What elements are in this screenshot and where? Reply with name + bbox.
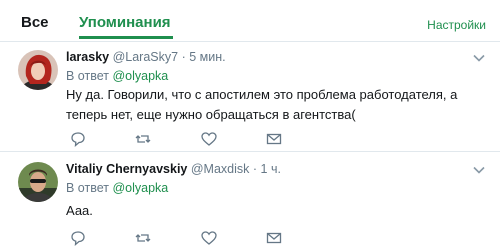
tweet-header: Vitaliy Chernyavskiy @Maxdisk · 1 ч. (66, 162, 281, 176)
reply-prefix: В ответ (66, 181, 109, 195)
retweet-icon[interactable] (134, 229, 152, 247)
reply-icon[interactable] (69, 130, 87, 148)
tab-all[interactable]: Все (21, 14, 49, 31)
tweet-text: Ну да. Говорили, что с апостилем это про… (66, 87, 458, 122)
tweet-actions (66, 229, 486, 247)
tweet-actions (66, 130, 486, 148)
retweet-icon[interactable] (134, 130, 152, 148)
user-name[interactable]: larasky (66, 50, 109, 64)
tweet-time[interactable]: · 1 ч. (253, 162, 281, 176)
heart-icon[interactable] (200, 130, 218, 148)
heart-icon[interactable] (200, 229, 218, 247)
envelope-icon[interactable] (265, 130, 283, 148)
avatar[interactable] (18, 50, 58, 90)
reply-prefix: В ответ (66, 69, 109, 83)
reply-context: В ответ @olyapka (66, 69, 168, 83)
avatar-image (18, 162, 58, 202)
avatar[interactable] (18, 162, 58, 202)
tweet-text: Ааа. (66, 203, 93, 218)
user-handle[interactable]: @LaraSky7 (113, 50, 179, 64)
active-tab-indicator (79, 36, 173, 39)
chevron-down-icon[interactable] (472, 163, 486, 177)
tweet-item[interactable]: larasky @LaraSky7 · 5 мин. В ответ @olya… (0, 42, 500, 150)
envelope-icon[interactable] (265, 229, 283, 247)
reply-mention-link[interactable]: @olyapka (112, 181, 168, 195)
user-name[interactable]: Vitaliy Chernyavskiy (66, 162, 187, 176)
settings-link[interactable]: Настройки (427, 18, 486, 32)
tab-mentions[interactable]: Упоминания (79, 14, 171, 31)
tweet-time[interactable]: · 5 мин. (182, 50, 226, 64)
tweet-item[interactable]: Vitaliy Chernyavskiy @Maxdisk · 1 ч. В о… (0, 152, 500, 249)
reply-mention-link[interactable]: @olyapka (112, 69, 168, 83)
avatar-image (18, 50, 58, 90)
reply-context: В ответ @olyapka (66, 181, 168, 195)
user-handle[interactable]: @Maxdisk (191, 162, 250, 176)
chevron-down-icon[interactable] (472, 51, 486, 65)
reply-icon[interactable] (69, 229, 87, 247)
tweet-header: larasky @LaraSky7 · 5 мин. (66, 50, 226, 64)
notifications-tabs: Все Упоминания Настройки (0, 0, 500, 42)
